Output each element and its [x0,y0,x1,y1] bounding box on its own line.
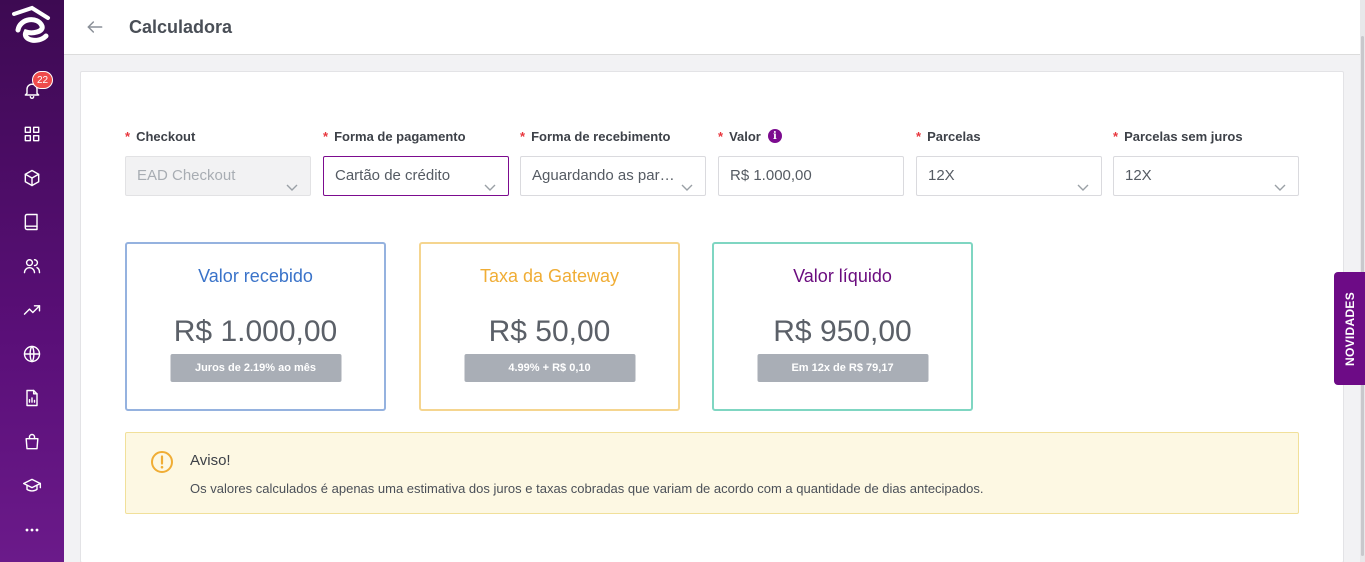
interest-free-installments-select[interactable]: 12X [1113,156,1299,196]
value-label: Valor [729,128,761,144]
payment-method-value: Cartão de crédito [335,167,451,184]
chevron-down-icon [1274,170,1286,191]
gateway-fee-title: Taxa da Gateway [479,266,620,286]
payment-method-field: * Forma de pagamento Cartão de crédito [323,126,509,196]
checkout-label: Checkout [136,128,196,144]
payment-method-label: Forma de pagamento [334,128,466,144]
installments-label: Parcelas [927,128,981,144]
chevron-down-icon [286,170,298,191]
net-value-amount: R$ 950,00 [773,315,912,348]
receiving-method-select[interactable]: Aguardando as parcelas [520,156,706,196]
page-title: Calculadora [129,17,233,37]
required-marker: * [520,128,526,144]
graduation-cap-icon[interactable] [20,474,44,498]
received-value-note: Juros de 2.19% ao mês [170,354,341,382]
notification-badge: 22 [32,71,53,89]
info-icon[interactable]: i [767,129,782,143]
installments-value: 12X [928,167,955,184]
interest-free-installments-label: Parcelas sem juros [1124,128,1243,144]
interest-free-installments-value: 12X [1125,167,1152,184]
receiving-method-value: Aguardando as parcelas [532,167,695,184]
received-value-card: Valor recebido R$ 1.000,00 Juros de 2.19… [125,242,386,411]
installments-select[interactable]: 12X [916,156,1102,196]
warning-icon [150,450,174,474]
more-icon[interactable] [20,518,44,542]
receiving-method-field: * Forma de recebimento Aguardando as parc… [520,126,706,196]
checkout-value: EAD Checkout [137,167,236,184]
sidebar: 22 [0,0,64,562]
interest-free-installments-field: * Parcelas sem juros 12X [1113,126,1299,196]
back-arrow-icon[interactable] [82,14,108,40]
required-marker: * [323,128,329,144]
net-value-card: Valor líquido R$ 950,00 Em 12x de R$ 79,… [712,242,973,411]
report-icon[interactable] [20,386,44,410]
logo-icon[interactable] [8,4,54,50]
value-input[interactable]: R$ 1.000,00 [718,156,904,196]
book-icon[interactable] [20,210,44,234]
payment-method-select[interactable]: Cartão de crédito [323,156,509,196]
required-marker: * [718,128,724,144]
value-input-text: R$ 1.000,00 [730,167,812,184]
received-value-amount: R$ 1.000,00 [173,315,338,348]
trending-up-icon[interactable] [20,298,44,322]
top-header: Calculadora [64,0,1360,55]
shopping-bag-icon[interactable] [20,430,44,454]
received-value-title: Valor recebido [198,266,313,286]
chevron-down-icon [484,170,496,191]
warning-alert: Aviso! Os valores calculados é apenas um… [125,432,1299,514]
gateway-fee-card: Taxa da Gateway R$ 50,00 4.99% + R$ 0,10 [419,242,680,411]
gateway-fee-note: 4.99% + R$ 0,10 [464,354,635,382]
checkout-select[interactable]: EAD Checkout [125,156,311,196]
box-icon[interactable] [20,166,44,190]
checkout-field: * Checkout EAD Checkout [125,126,311,196]
required-marker: * [1113,128,1119,144]
required-marker: * [916,128,922,144]
gateway-fee-amount: R$ 50,00 [488,315,611,348]
novidades-tab[interactable]: NOVIDADES [1334,272,1365,385]
globe-icon[interactable] [20,342,44,366]
net-value-note: Em 12x de R$ 79,17 [757,354,928,382]
chevron-down-icon [1077,170,1089,191]
chevron-down-icon [681,170,693,191]
novidades-label: NOVIDADES [1342,291,1357,366]
grid-icon[interactable] [20,122,44,146]
net-value-title: Valor líquido [793,266,892,286]
installments-field: * Parcelas 12X [916,126,1102,196]
alert-text: Os valores calculados é apenas uma estim… [190,481,984,496]
receiving-method-label: Forma de recebimento [531,128,671,144]
alert-title: Aviso! [190,452,231,469]
users-icon[interactable] [20,254,44,278]
value-field: * Valor i R$ 1.000,00 [718,126,904,196]
required-marker: * [125,128,131,144]
